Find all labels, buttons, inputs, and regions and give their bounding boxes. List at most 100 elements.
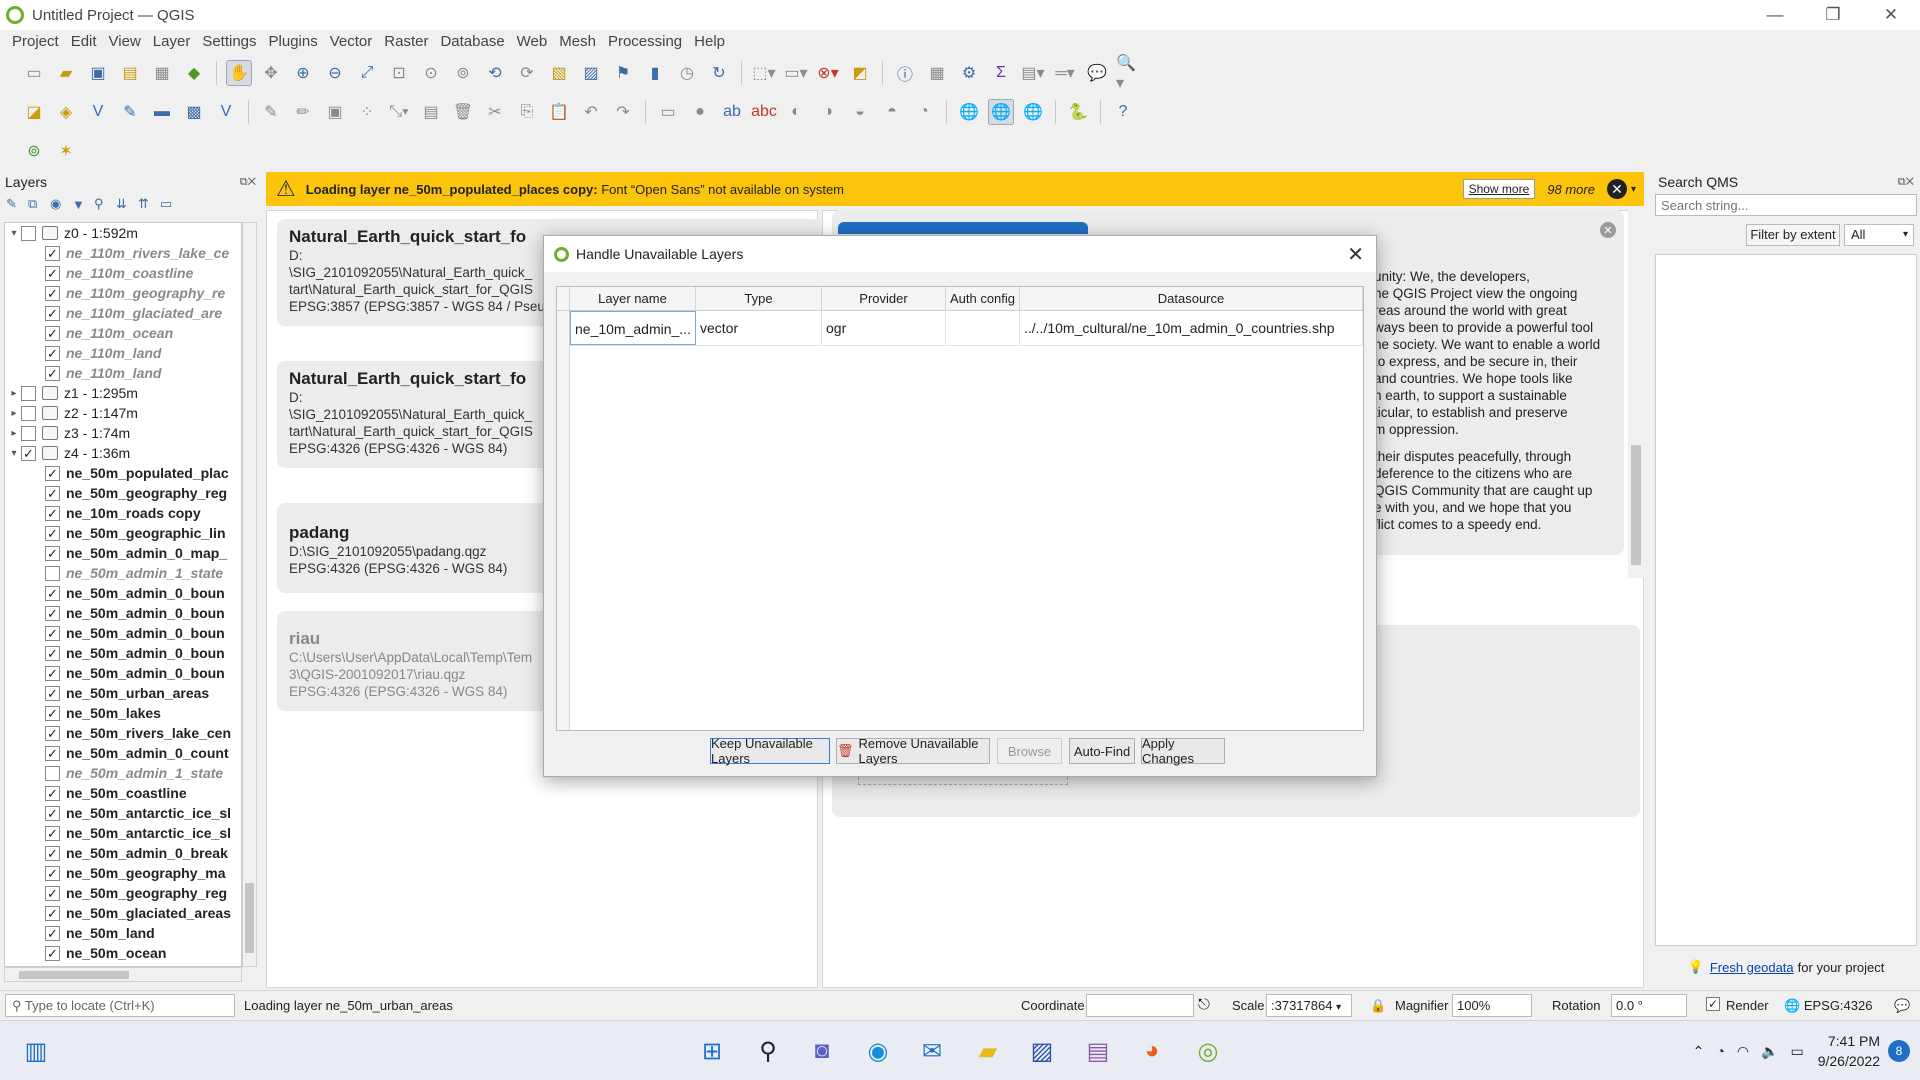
layer-row[interactable]: ✓ ne_50m_admin_0_boun	[5, 643, 241, 663]
zoom-to-layer-icon[interactable]: ⊙	[418, 60, 444, 86]
visibility-checkbox[interactable]: ✓	[45, 285, 60, 301]
layer-row[interactable]: ✓ ne_50m_geography_reg	[5, 883, 241, 903]
chevron-right-icon[interactable]: ▸	[7, 388, 21, 399]
visibility-checkbox[interactable]: ✓	[45, 505, 60, 521]
menu-processing[interactable]: Processing	[608, 33, 682, 50]
visibility-checkbox[interactable]: ✓	[45, 665, 60, 681]
new-map-view-icon[interactable]: ▧	[546, 60, 572, 86]
style-manager-icon[interactable]: ◆	[181, 60, 207, 86]
expand-all-icon[interactable]: ⇊	[116, 196, 138, 212]
layer-row[interactable]: ✓ ne_50m_admin_0_map_	[5, 543, 241, 563]
locator-search-input[interactable]: ⚲ Type to locate (Ctrl+K)	[5, 994, 235, 1017]
search-qms-icon[interactable]: 🌐	[988, 99, 1014, 125]
locator-search-icon[interactable]: 🔍▾	[1116, 55, 1142, 92]
menu-plugins[interactable]: Plugins	[269, 33, 318, 50]
firefox-icon[interactable]: ◕	[1132, 1031, 1172, 1071]
news-scrollbar[interactable]	[1628, 210, 1644, 578]
visibility-checkbox[interactable]: ✓	[45, 685, 60, 701]
show-hide-labels-icon[interactable]: ◒	[847, 99, 873, 125]
visibility-checkbox[interactable]: ✓	[45, 865, 60, 881]
column-header[interactable]: Datasource	[1020, 287, 1363, 310]
lock-scale-icon[interactable]: 🔒	[1370, 998, 1386, 1014]
maximize-button[interactable]: ❐	[1804, 5, 1862, 25]
field-calculator-icon[interactable]: ▤▾	[1020, 60, 1046, 86]
layer-row[interactable]: ✓ ne_50m_admin_0_boun	[5, 603, 241, 623]
georeferencer-icon[interactable]: ✶	[53, 138, 79, 164]
layer-row[interactable]: ✓ ne_50m_land	[5, 923, 241, 943]
visibility-checkbox[interactable]: ✓	[45, 825, 60, 841]
app-icon[interactable]: ▨	[1022, 1031, 1062, 1071]
measure-line-icon[interactable]: ═▾	[1052, 60, 1078, 86]
visibility-checkbox[interactable]	[21, 405, 36, 421]
coordinate-field[interactable]	[1086, 994, 1194, 1017]
layer-row[interactable]: ✓ ne_50m_rivers_lake_cen	[5, 723, 241, 743]
cut-features-icon[interactable]: ✂	[482, 99, 508, 125]
visibility-checkbox[interactable]: ✓	[45, 925, 60, 941]
layer-row[interactable]: ✓ ne_50m_antarctic_ice_sl	[5, 803, 241, 823]
auto-find-button[interactable]: Auto-Find	[1069, 738, 1135, 764]
undo-icon[interactable]: ↶	[578, 99, 604, 125]
close-window-button[interactable]: ✕	[1862, 5, 1920, 25]
select-location-icon[interactable]: ◩	[847, 60, 873, 86]
chevron-right-icon[interactable]: ▸	[7, 428, 21, 439]
visibility-checkbox[interactable]: ✓	[45, 465, 60, 481]
menu-edit[interactable]: Edit	[71, 33, 97, 50]
apply-changes-button[interactable]: Apply Changes	[1141, 736, 1225, 766]
security-icon[interactable]: ◔	[1716, 1043, 1724, 1059]
mail-icon[interactable]: ✉	[912, 1031, 952, 1071]
layer-row[interactable]: ✓ ne_50m_admin_0_boun	[5, 623, 241, 643]
attribute-table-icon[interactable]: ▦	[924, 60, 950, 86]
layer-row[interactable]: ✓ ne_50m_glaciated_areas	[5, 903, 241, 923]
visibility-checkbox[interactable]: ✓	[45, 645, 60, 661]
layer-tree-hscroll[interactable]	[4, 967, 242, 982]
show-desktop-icon[interactable]: ▥	[16, 1031, 56, 1071]
menu-layer[interactable]: Layer	[153, 33, 191, 50]
close-dialog-button[interactable]: ✕	[1347, 242, 1364, 267]
redo-icon[interactable]: ↷	[610, 99, 636, 125]
zoom-native-icon[interactable]: ⊚	[450, 60, 476, 86]
render-checkbox[interactable]: ✓	[1706, 997, 1720, 1011]
minimize-button[interactable]: —	[1746, 5, 1804, 25]
current-edits-icon[interactable]: ✎	[258, 99, 284, 125]
menu-vector[interactable]: Vector	[330, 33, 373, 50]
openlayers-icon[interactable]: 🌐	[1020, 99, 1046, 125]
select-by-value-icon[interactable]: ▭▾	[783, 60, 809, 86]
visibility-checkbox[interactable]: ✓	[45, 945, 60, 961]
visibility-checkbox[interactable]: ✓	[45, 265, 60, 281]
copy-features-icon[interactable]: ⎘	[514, 99, 540, 125]
style-panel-icon[interactable]: ✎	[6, 196, 28, 212]
toolbox-gear-icon[interactable]: ⚙	[956, 60, 982, 86]
layer-row[interactable]: ✓ ne_50m_lakes	[5, 703, 241, 723]
layer-group-row[interactable]: ▾ ✓ z4 - 1:36m	[5, 443, 241, 463]
visibility-checkbox[interactable]: ✓	[45, 345, 60, 361]
visibility-checkbox[interactable]: ✓	[45, 785, 60, 801]
layer-diagram-icon[interactable]: abc	[751, 99, 777, 125]
layer-row[interactable]: ne_50m_admin_1_state	[5, 563, 241, 583]
visibility-checkbox[interactable]	[21, 385, 36, 401]
quickmapservices-icon[interactable]: 🌐	[956, 99, 982, 125]
add-vector-layer-icon[interactable]: V	[85, 99, 111, 125]
temporal-controller-icon[interactable]: ◷	[674, 60, 700, 86]
crs-button[interactable]: 🌐 EPSG:4326	[1784, 998, 1872, 1014]
menu-database[interactable]: Database	[440, 33, 504, 50]
paste-features-icon[interactable]: 📋	[546, 99, 572, 125]
toggle-editing-icon[interactable]: ✏	[290, 99, 316, 125]
menu-web[interactable]: Web	[517, 33, 548, 50]
qgis-taskbar-icon[interactable]: ◎	[1188, 1031, 1228, 1071]
statistics-sigma-icon[interactable]: Σ	[988, 60, 1014, 86]
column-header[interactable]: Layer name	[570, 287, 696, 310]
column-header[interactable]: Type	[696, 287, 822, 310]
panel-float-close-icon[interactable]: ⧉✕	[1898, 176, 1920, 189]
layer-row[interactable]: ✓ ne_50m_antarctic_ice_sl	[5, 823, 241, 843]
layer-row[interactable]: ✓ ne_110m_coastline	[5, 263, 241, 283]
remove-layer-icon[interactable]: ▭	[160, 196, 182, 212]
scale-combo[interactable]: :37317864 ▾	[1266, 994, 1352, 1017]
label-pin-icon[interactable]: ●	[687, 99, 713, 125]
new-geopackage-icon[interactable]: ◈	[53, 99, 79, 125]
layer-row[interactable]: ✓ ne_110m_ocean	[5, 323, 241, 343]
layer-group-row[interactable]: ▾ z0 - 1:592m	[5, 223, 241, 243]
pan-to-selection-icon[interactable]: ✥	[258, 60, 284, 86]
deselect-features-icon[interactable]: ⊗▾	[815, 60, 841, 86]
chevron-right-icon[interactable]: ▸	[7, 408, 21, 419]
layer-row[interactable]: ✓ ne_50m_geography_reg	[5, 483, 241, 503]
